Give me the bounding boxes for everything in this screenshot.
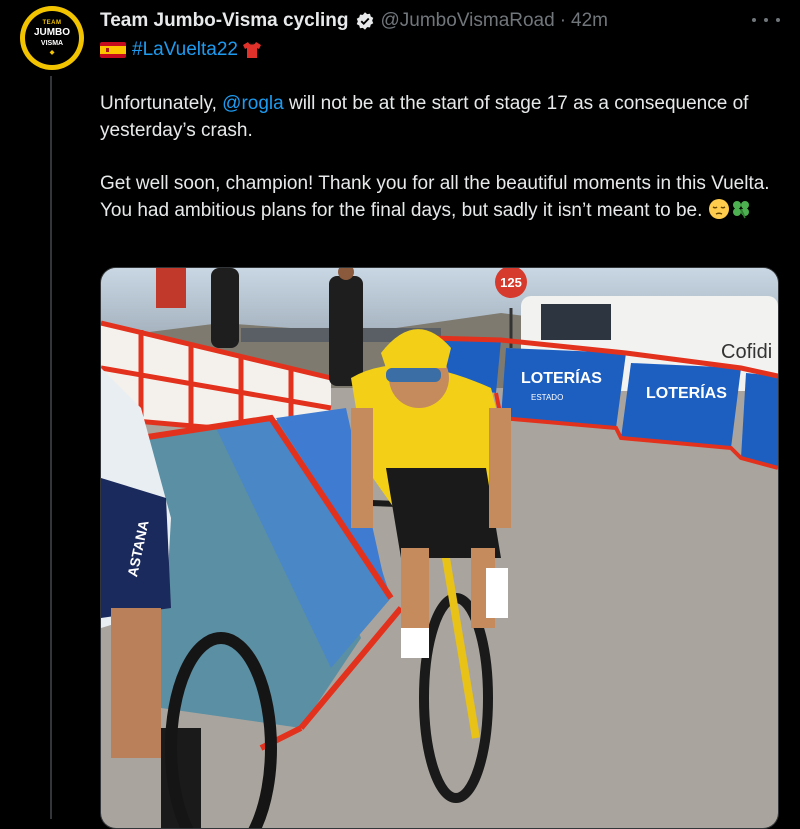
separator-dot: · — [559, 10, 567, 31]
cycling-photo: Cofidi 125 LOTERÍAS LOTERÍAS ESTADO ASTA… — [101, 268, 778, 828]
red-jersey-icon — [243, 42, 262, 58]
verified-badge-icon — [356, 12, 373, 30]
more-options-icon[interactable] — [752, 10, 780, 30]
van-logo-text: Cofidi — [721, 341, 772, 363]
avatar-text-team: TEAM — [42, 20, 62, 26]
banner-text-1: LOTERÍAS — [521, 368, 602, 387]
tweet-timestamp[interactable]: 42m — [571, 10, 608, 32]
pensive-face-icon — [708, 199, 729, 219]
sign-number: 125 — [500, 275, 522, 290]
tweet-text: Get well soon, champion! Thank you for a… — [100, 173, 770, 221]
avatar-logo: TEAM JUMBO VISMA ◆ — [25, 11, 79, 65]
avatar-bee-icon: ◆ — [49, 50, 55, 56]
avatar[interactable]: TEAM JUMBO VISMA ◆ — [20, 6, 84, 70]
spain-flag-icon — [100, 42, 126, 58]
tweet-header: Team Jumbo-Visma cycling @JumboVismaRoad… — [100, 8, 608, 34]
tweet-tag-line: #LaVuelta22 — [100, 38, 262, 62]
avatar-text-visma: VISMA — [40, 40, 64, 47]
banner-subtext: ESTADO — [531, 393, 563, 402]
thread-line — [50, 76, 52, 819]
tweet-text-paragraph-2: Get well soon, champion! Thank you for a… — [100, 170, 780, 224]
banner-text-2: LOTERÍAS — [646, 383, 727, 402]
tweet-text-paragraph-1: Unfortunately, @rogla will not be at the… — [100, 90, 780, 144]
tweet-text: Unfortunately, — [100, 93, 223, 114]
author-name[interactable]: Team Jumbo-Visma cycling — [100, 10, 349, 32]
avatar-text-jumbo: JUMBO — [33, 27, 71, 38]
mention-link[interactable]: @rogla — [222, 93, 284, 114]
hashtag-link[interactable]: #LaVuelta22 — [132, 39, 238, 61]
clover-icon — [732, 201, 749, 219]
tweet-photo[interactable]: Cofidi 125 LOTERÍAS LOTERÍAS ESTADO ASTA… — [100, 267, 779, 829]
author-handle[interactable]: @JumboVismaRoad — [381, 10, 555, 32]
